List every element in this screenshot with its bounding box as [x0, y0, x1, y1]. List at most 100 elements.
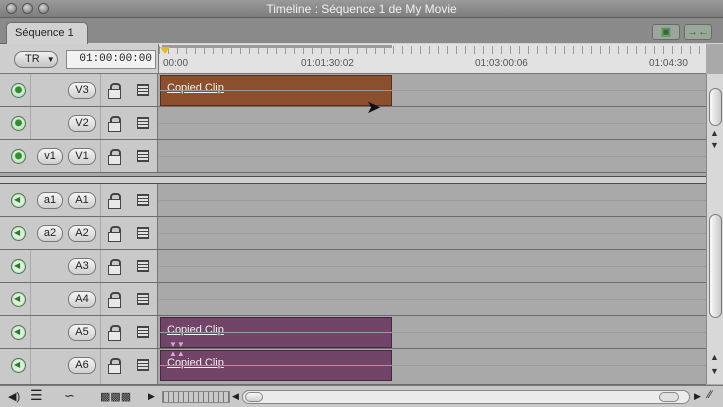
linking-icon[interactable]: ▣ [652, 24, 680, 40]
track-row-a5: A5 Copied Clip ▼▼ [0, 316, 706, 349]
speaker-icon[interactable] [11, 292, 26, 307]
ruler-label: 01:01:30:02 [301, 58, 354, 69]
header-divider [100, 184, 101, 216]
track-visibility-icon[interactable] [11, 149, 26, 164]
audio-clip[interactable]: ▲▲ Copied Clip [160, 349, 392, 381]
speaker-icon[interactable] [11, 193, 26, 208]
track-lane-a5[interactable]: Copied Clip ▼▼ [159, 316, 706, 349]
source-track-button[interactable]: a2 [37, 225, 63, 242]
clip-label: Copied Clip [167, 357, 224, 369]
scroll-down-icon[interactable]: ▼ [710, 140, 719, 150]
audio-controls-icon[interactable]: ◀) [8, 390, 20, 404]
zoom-slider[interactable] [162, 391, 230, 403]
audio-clip[interactable]: Copied Clip ▼▼ [160, 317, 392, 349]
track-header-a5: A5 [0, 316, 158, 348]
source-track-button[interactable]: a1 [37, 192, 63, 209]
scroll-down-icon[interactable]: ▼ [710, 366, 719, 376]
track-height-icon[interactable]: ☰ [30, 387, 43, 403]
header-divider [100, 283, 101, 315]
track-visibility-icon[interactable] [11, 83, 26, 98]
chevron-right-icon[interactable]: ▶ [148, 391, 155, 405]
header-divider [30, 283, 31, 315]
track-lane-a6[interactable]: ▲▲ Copied Clip [159, 349, 706, 384]
resize-grip-icon[interactable]: ∕∕ [708, 389, 712, 403]
tab-sequence-1[interactable]: Séquence 1 [6, 22, 88, 44]
auto-select-icon[interactable] [137, 194, 149, 206]
video-audio-divider[interactable] [0, 176, 706, 184]
speaker-icon[interactable] [11, 259, 26, 274]
lock-icon[interactable] [108, 83, 121, 99]
snapping-icon[interactable]: →← [684, 24, 712, 40]
track-destination-button[interactable]: V2 [68, 115, 96, 132]
header-divider [100, 107, 101, 139]
track-destination-button[interactable]: A1 [68, 192, 96, 209]
auto-select-icon[interactable] [137, 260, 149, 272]
clip-label: Copied Clip [167, 324, 224, 336]
ruler-label: 01:04:30 [649, 58, 688, 69]
track-lane-v1[interactable] [159, 140, 706, 172]
track-destination-button[interactable]: V3 [68, 82, 96, 99]
header-divider [100, 217, 101, 249]
scroll-left-icon[interactable]: ◀ [232, 391, 239, 405]
speaker-icon[interactable] [11, 226, 26, 241]
lock-icon[interactable] [108, 325, 121, 341]
lock-icon[interactable] [108, 116, 121, 132]
lock-icon[interactable] [108, 292, 121, 308]
lock-icon[interactable] [108, 226, 121, 242]
scroll-right-icon[interactable]: ▶ [694, 391, 701, 405]
header-divider [100, 349, 101, 384]
track-lane-a2[interactable] [159, 217, 706, 249]
auto-select-icon[interactable] [137, 227, 149, 239]
track-lane-v2[interactable] [159, 107, 706, 139]
audio-scroll-thumb[interactable] [709, 214, 722, 318]
timecode-field[interactable]: 01:00:00:00 [66, 50, 156, 69]
header-divider [100, 140, 101, 172]
track-destination-button[interactable]: A5 [68, 324, 96, 341]
header-divider [100, 250, 101, 282]
clip-overlays-icon[interactable]: ∽ [64, 388, 75, 403]
sequence-tab-bar: Séquence 1 ▣ →← [0, 18, 723, 44]
header-divider [100, 316, 101, 348]
timeline-ruler[interactable]: 00:00 01:01:30:02 01:03:00:06 01:04:30 [158, 44, 706, 74]
source-track-button[interactable]: v1 [37, 148, 63, 165]
lock-icon[interactable] [108, 358, 121, 374]
window-titlebar: Timeline : Séquence 1 de My Movie [0, 0, 723, 18]
speaker-icon[interactable] [11, 358, 26, 373]
playhead-icon[interactable] [160, 47, 170, 54]
track-destination-button[interactable]: A6 [68, 357, 96, 374]
video-scroll-thumb[interactable] [709, 88, 722, 126]
track-destination-button[interactable]: A3 [68, 258, 96, 275]
track-lane-a4[interactable] [159, 283, 706, 315]
header-divider [30, 316, 31, 348]
lock-icon[interactable] [108, 259, 121, 275]
auto-select-icon[interactable] [137, 359, 149, 371]
track-destination-button[interactable]: A4 [68, 291, 96, 308]
track-lane-v3[interactable]: Copied Clip [159, 74, 706, 106]
lock-icon[interactable] [108, 193, 121, 209]
auto-select-icon[interactable] [137, 84, 149, 96]
target-track-popup[interactable]: TR ▼ [14, 51, 58, 68]
speaker-icon[interactable] [11, 325, 26, 340]
track-visibility-icon[interactable] [11, 116, 26, 131]
track-row-a3: A3 [0, 250, 706, 283]
link-indicator-icon: ▼▼ [169, 340, 185, 349]
vertical-scrollbar[interactable]: ▲ ▼ ▲ ▼ [706, 74, 723, 384]
zoom-handle[interactable] [659, 392, 679, 402]
auto-select-icon[interactable] [137, 117, 149, 129]
video-clip[interactable]: Copied Clip [160, 75, 392, 106]
track-destination-button[interactable]: V1 [68, 148, 96, 165]
auto-select-icon[interactable] [137, 150, 149, 162]
scroll-up-icon[interactable]: ▲ [710, 128, 719, 138]
horizontal-scrollbar[interactable] [242, 390, 690, 404]
track-lane-a3[interactable] [159, 250, 706, 282]
track-header-controls: TR ▼ 01:00:00:00 [0, 44, 158, 74]
scroll-up-icon[interactable]: ▲ [710, 352, 719, 362]
ruler-label: 01:03:00:06 [475, 58, 528, 69]
auto-select-icon[interactable] [137, 293, 149, 305]
track-destination-button[interactable]: A2 [68, 225, 96, 242]
horizontal-scroll-thumb[interactable] [245, 392, 263, 402]
track-size-icon[interactable]: ▩▩▩ [100, 390, 131, 404]
lock-icon[interactable] [108, 149, 121, 165]
auto-select-icon[interactable] [137, 326, 149, 338]
track-lane-a1[interactable] [159, 184, 706, 216]
